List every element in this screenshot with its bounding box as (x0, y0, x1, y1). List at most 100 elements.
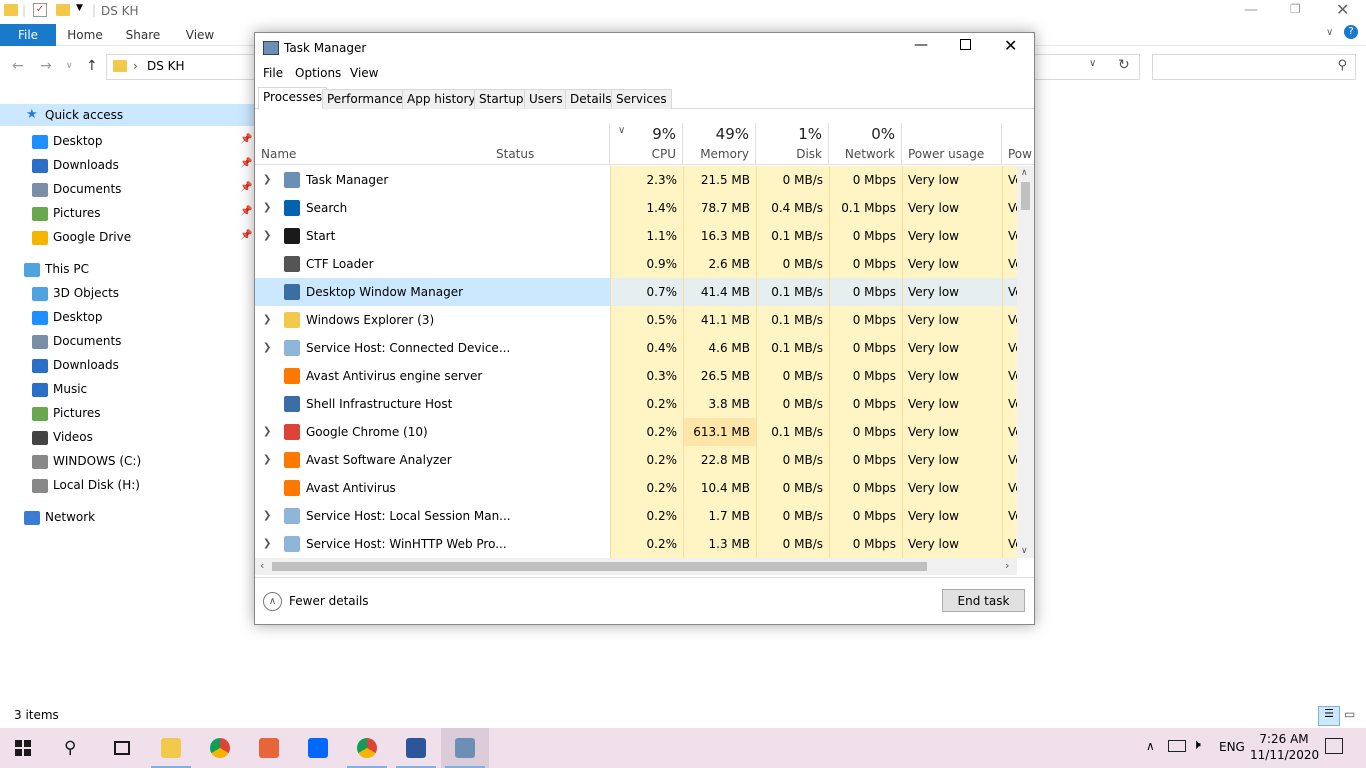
column-network[interactable]: 0% Network (829, 123, 902, 165)
horizontal-scrollbar[interactable]: ‹ › (255, 558, 1017, 575)
expand-chevron-icon[interactable]: ❯ (263, 166, 271, 194)
tab-file[interactable]: File (0, 24, 56, 46)
expand-chevron-icon[interactable]: ❯ (263, 334, 271, 362)
tab-services[interactable]: Services (611, 89, 672, 109)
task-manager-window: Task Manager — ✕ File Options View Proce… (254, 32, 1035, 625)
search-button[interactable]: ⚲ (49, 728, 97, 768)
show-hidden-icons-chevron-icon[interactable]: ∧ (1146, 739, 1155, 753)
column-power-usage[interactable]: Power usage (902, 123, 1002, 165)
tab-details[interactable]: Details (565, 89, 617, 109)
column-disk[interactable]: 1% Disk (756, 123, 829, 165)
column-memory[interactable]: 49% Memory (683, 123, 756, 165)
properties-icon[interactable]: ✓ (33, 3, 47, 17)
menu-view[interactable]: View (350, 66, 378, 80)
search-input[interactable]: ⚲ (1152, 54, 1356, 80)
sidebar-item-pictures[interactable]: Pictures (32, 202, 101, 224)
refresh-icon[interactable]: ↻ (1118, 57, 1130, 73)
minimize-button[interactable]: — (1244, 2, 1258, 18)
task-manager-button[interactable] (441, 728, 489, 768)
sidebar-item-windows-c[interactable]: WINDOWS (C:) (32, 450, 141, 472)
expand-chevron-icon[interactable]: ❯ (263, 194, 271, 222)
address-dropdown-icon[interactable]: ∨ (1089, 58, 1096, 69)
clock[interactable]: 7:26 AM 11/11/2020 (1250, 731, 1319, 763)
sidebar-item-documents[interactable]: Documents (32, 330, 121, 352)
close-button[interactable]: ✕ (1004, 36, 1017, 55)
back-arrow-icon[interactable]: ← (12, 58, 24, 74)
tab-performance[interactable]: Performance (322, 89, 409, 109)
expand-chevron-icon[interactable]: ❯ (263, 502, 271, 530)
tab-processes[interactable]: Processes (258, 87, 328, 110)
details-view-icon[interactable]: ☰ (1318, 706, 1340, 726)
up-arrow-icon[interactable]: ↑ (86, 58, 98, 74)
file-explorer-button[interactable] (147, 728, 195, 768)
zalo-button[interactable] (294, 728, 342, 768)
menu-options[interactable]: Options (295, 66, 341, 80)
column-power-usage-trend[interactable]: Pow (1002, 123, 1034, 165)
sidebar-item-desktop[interactable]: Desktop (32, 130, 103, 152)
expand-chevron-icon[interactable]: ❯ (263, 222, 271, 250)
input-language[interactable]: ENG (1219, 740, 1245, 754)
close-button[interactable]: ✕ (1336, 0, 1349, 19)
menu-file[interactable]: File (263, 66, 283, 80)
expand-chevron-icon[interactable]: ❯ (263, 306, 271, 334)
volume-muted-icon[interactable]: 🕨 (1192, 737, 1201, 753)
sidebar-item-label: Desktop (53, 134, 103, 148)
column-status[interactable]: Status (490, 123, 610, 165)
sidebar-item-videos[interactable]: Videos (32, 426, 93, 448)
process-power-usage-trend: Ve (1002, 250, 1017, 278)
tab-share[interactable]: Share (118, 24, 168, 46)
column-label: Network (844, 147, 895, 161)
expand-chevron-icon[interactable]: ❯ (263, 530, 271, 558)
collapse-chevron-icon[interactable]: ∧ (263, 592, 282, 611)
sidebar-item-downloads[interactable]: Downloads (32, 354, 119, 376)
expand-chevron-icon[interactable]: ❯ (263, 446, 271, 474)
chrome-profile-button[interactable] (343, 728, 391, 768)
sidebar-item-google-drive[interactable]: Google Drive (32, 226, 131, 248)
scroll-right-icon[interactable]: › (1005, 559, 1009, 572)
help-icon[interactable]: ? (1344, 25, 1358, 39)
quick-access-toolbar-dropdown-icon[interactable]: ▼ (76, 3, 83, 13)
action-center-icon[interactable] (1325, 738, 1343, 754)
battery-icon[interactable] (1168, 740, 1186, 752)
sidebar-item-music[interactable]: Music (32, 378, 87, 400)
breadcrumb[interactable]: DS KH (147, 59, 185, 73)
end-task-button[interactable]: End task (942, 589, 1025, 612)
forward-arrow-icon[interactable]: → (40, 58, 52, 74)
recent-locations-chevron-icon[interactable]: ∨ (66, 61, 73, 71)
sidebar-item-downloads[interactable]: Downloads (32, 154, 119, 176)
scroll-down-icon[interactable]: ∨ (1021, 546, 1028, 556)
maximize-button[interactable]: ❐ (1290, 2, 1301, 16)
large-icons-view-icon[interactable]: ▭ (1344, 707, 1355, 721)
scrollbar-thumb[interactable] (272, 562, 927, 571)
column-name[interactable]: Name (255, 123, 490, 165)
sidebar-item-3d-objects[interactable]: 3D Objects (32, 282, 119, 304)
word-button[interactable] (392, 728, 440, 768)
task-view-button[interactable] (98, 728, 146, 768)
tab-startup[interactable]: Startup (474, 89, 529, 109)
scroll-up-icon[interactable]: ∧ (1021, 168, 1028, 178)
new-folder-icon[interactable] (56, 4, 70, 16)
scrollbar-thumb[interactable] (1021, 182, 1030, 210)
sidebar-item-this-pc[interactable]: This PC (24, 258, 89, 280)
sidebar-item-documents[interactable]: Documents (32, 178, 121, 200)
sidebar-item-pictures[interactable]: Pictures (32, 402, 101, 424)
chevron-down-icon[interactable]: ∨ (1326, 27, 1333, 38)
sidebar-item-local-disk-h[interactable]: Local Disk (H:) (32, 474, 140, 496)
paint-button[interactable] (245, 728, 293, 768)
scroll-left-icon[interactable]: ‹ (260, 559, 264, 572)
vertical-scrollbar[interactable]: ∧ ∨ (1017, 166, 1034, 558)
sidebar-item-network[interactable]: Network (24, 506, 95, 528)
chrome-button[interactable] (196, 728, 244, 768)
column-cpu[interactable]: ∨ 9% CPU (610, 123, 683, 165)
tab-users[interactable]: Users (524, 89, 568, 109)
tab-app-history[interactable]: App history (402, 89, 481, 109)
sidebar-item-desktop[interactable]: Desktop (32, 306, 103, 328)
start-button[interactable] (0, 728, 48, 768)
maximize-button[interactable] (960, 39, 971, 50)
fewer-details-link[interactable]: Fewer details (289, 594, 369, 608)
tab-view[interactable]: View (176, 24, 224, 46)
tab-home[interactable]: Home (60, 24, 110, 46)
sidebar-item-quick-access[interactable]: ★ Quick access (0, 104, 256, 126)
expand-chevron-icon[interactable]: ❯ (263, 418, 271, 446)
minimize-button[interactable]: — (914, 37, 928, 53)
